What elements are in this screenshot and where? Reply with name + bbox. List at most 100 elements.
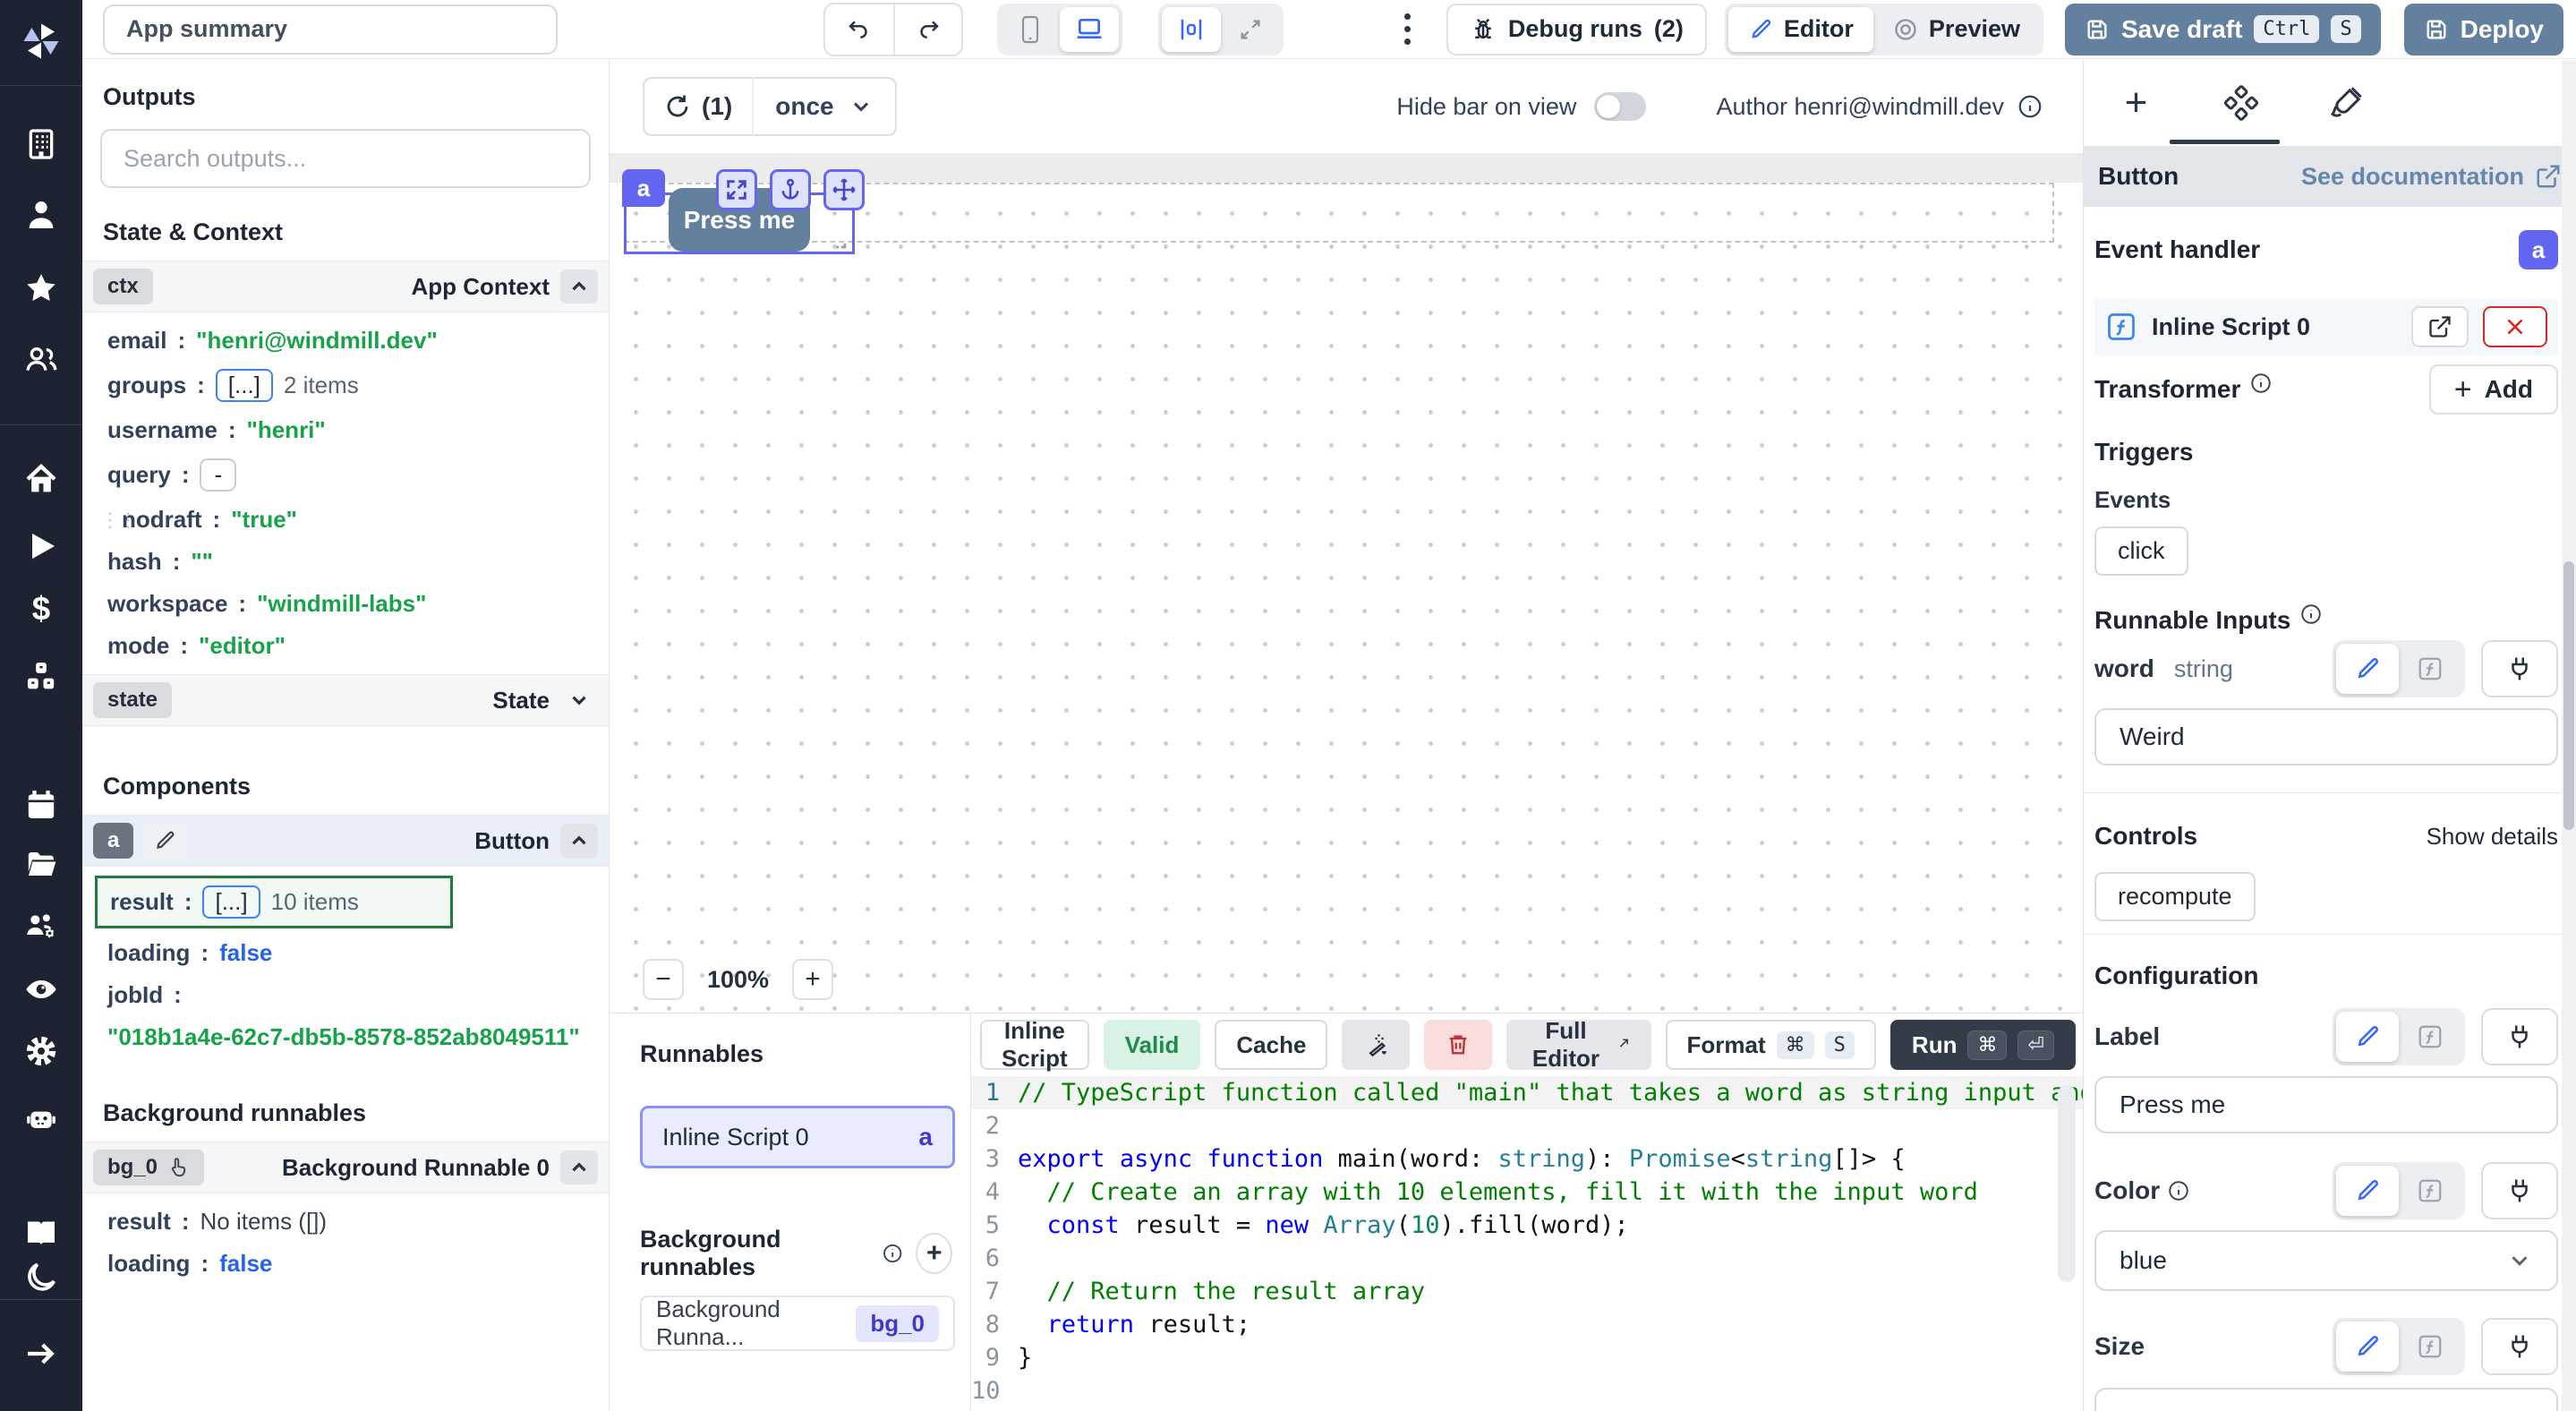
show-details-link[interactable]: Show details	[2427, 823, 2558, 851]
save-draft-button[interactable]: Save draft Ctrl S	[2065, 4, 2381, 56]
component-a-row[interactable]: result:[...]10 items	[95, 876, 453, 928]
ctx-section-header[interactable]: ctx App Context	[82, 261, 609, 312]
runnable-item-bg0[interactable]: Background Runna... bg_0	[640, 1296, 955, 1351]
kv-value-bracket[interactable]: [...]	[216, 369, 273, 402]
panel-scrollbar[interactable]	[2562, 60, 2576, 1411]
ai-assist-button[interactable]	[1342, 1020, 1410, 1070]
static-mode-button[interactable]	[2336, 1012, 2399, 1062]
connect-input-button[interactable]	[2481, 1008, 2558, 1065]
ctx-row[interactable]: query:-	[82, 451, 609, 499]
inline-script-tab[interactable]: Inline Script	[980, 1020, 1089, 1070]
code-line[interactable]: 8 return result;	[971, 1308, 2083, 1341]
arrow-right-icon[interactable]	[21, 1334, 61, 1373]
format-button[interactable]: Format ⌘ S	[1666, 1020, 1876, 1070]
preview-tab[interactable]: Preview	[1873, 7, 2040, 52]
label-value-input[interactable]	[2094, 1076, 2558, 1133]
detach-script-button[interactable]	[2483, 306, 2547, 347]
cache-button[interactable]: Cache	[1215, 1020, 1327, 1070]
ctx-row[interactable]: mode:"editor"	[82, 625, 609, 667]
expr-mode-button[interactable]	[2399, 1012, 2461, 1062]
center-content-button[interactable]	[1162, 7, 1221, 52]
gear-icon[interactable]	[21, 1031, 61, 1071]
expr-mode-button[interactable]	[2399, 644, 2461, 694]
code-line[interactable]: 5 const result = new Array(10).fill(word…	[971, 1209, 2083, 1242]
runnable-item-inline-script-0[interactable]: Inline Script 0 a	[640, 1106, 955, 1168]
ctx-row[interactable]: hash:""	[82, 541, 609, 583]
connect-input-button[interactable]	[2481, 1318, 2558, 1375]
search-outputs-input[interactable]	[100, 129, 591, 188]
canvas-grid[interactable]	[610, 183, 2083, 1013]
add-transformer-button[interactable]: + Add	[2429, 364, 2558, 415]
home-icon[interactable]	[21, 460, 61, 500]
code-line[interactable]: 3export async function main(word: string…	[971, 1142, 2083, 1176]
desktop-view-button[interactable]	[1060, 7, 1119, 52]
ctx-row[interactable]: groups:[...]2 items	[82, 362, 609, 409]
see-documentation-link[interactable]: See documentation	[2301, 163, 2562, 191]
code-line[interactable]: 9}	[971, 1341, 2083, 1374]
building-icon[interactable]	[21, 124, 61, 164]
move-handle[interactable]	[823, 169, 865, 210]
component-a-row[interactable]: jobId:	[82, 974, 609, 1016]
expr-mode-button[interactable]	[2399, 1321, 2461, 1372]
book-icon[interactable]	[21, 1213, 61, 1253]
size-select[interactable]: xs	[2094, 1388, 2558, 1411]
resize-handle-icon[interactable]	[830, 232, 849, 252]
info-icon[interactable]	[882, 1241, 903, 1266]
ctx-row[interactable]: workspace:"windmill-labs"	[82, 583, 609, 625]
info-icon[interactable]	[2249, 372, 2273, 395]
static-mode-button[interactable]	[2336, 1321, 2399, 1372]
users-icon[interactable]	[21, 340, 61, 380]
more-options-button[interactable]	[1392, 4, 1423, 54]
app-summary-input[interactable]	[103, 4, 558, 55]
zoom-out-button[interactable]: −	[643, 959, 684, 1000]
eye-icon[interactable]	[21, 970, 61, 1009]
deploy-button[interactable]: Deploy	[2404, 4, 2563, 56]
component-collapse-button[interactable]	[560, 824, 598, 858]
ctx-row[interactable]: email:"henri@windmill.dev"	[82, 320, 609, 362]
user-icon[interactable]	[21, 195, 61, 235]
cubes-icon[interactable]	[21, 657, 61, 697]
component-settings-tab[interactable]	[2188, 60, 2293, 146]
code-line[interactable]: 10	[971, 1374, 2083, 1407]
mobile-view-button[interactable]	[1001, 7, 1060, 52]
component-a-row[interactable]: "018b1a4e-62c7-db5b-8578-852ab8049511"	[82, 1016, 609, 1058]
state-section-header[interactable]: state State	[82, 674, 609, 726]
ctx-collapse-button[interactable]	[560, 269, 598, 304]
code-line[interactable]: 7 // Return the result array	[971, 1275, 2083, 1308]
star-icon[interactable]	[21, 269, 61, 308]
recompute-button[interactable]: recompute	[2094, 872, 2256, 921]
info-icon[interactable]	[2017, 93, 2043, 120]
folder-icon[interactable]	[21, 844, 61, 884]
dollar-icon[interactable]: $	[21, 591, 61, 630]
code-line[interactable]: 2	[971, 1109, 2083, 1142]
connect-input-button[interactable]	[2481, 640, 2558, 697]
word-value-input[interactable]	[2094, 708, 2558, 765]
bg0-collapse-button[interactable]	[560, 1150, 598, 1184]
hide-bar-toggle[interactable]	[1594, 92, 1646, 121]
expand-handle[interactable]	[716, 169, 757, 210]
open-script-button[interactable]	[2411, 306, 2469, 347]
redo-button[interactable]	[893, 4, 961, 55]
kv-value-bracket[interactable]: [...]	[202, 885, 260, 919]
static-mode-button[interactable]	[2336, 644, 2399, 694]
frequency-select[interactable]: once	[752, 77, 896, 136]
bg0-section-header[interactable]: bg_0 Background Runnable 0	[82, 1142, 609, 1193]
anchor-handle[interactable]	[770, 169, 811, 210]
expr-mode-button[interactable]	[2399, 1166, 2461, 1216]
delete-script-button[interactable]	[1424, 1020, 1492, 1070]
editor-scrollbar[interactable]	[2058, 1085, 2076, 1282]
component-a-row[interactable]: loading:false	[82, 932, 609, 974]
debug-runs-button[interactable]: Debug runs (2)	[1446, 4, 1707, 56]
ctx-row[interactable]: username:"henri"	[82, 409, 609, 451]
style-tab[interactable]	[2293, 60, 2398, 146]
bg0-row[interactable]: loading:false	[82, 1243, 609, 1285]
calendar-icon[interactable]	[21, 785, 61, 825]
run-button[interactable]: Run ⌘ ⏎	[1890, 1020, 2076, 1070]
moon-icon[interactable]	[21, 1258, 61, 1297]
ctx-row[interactable]: ⋮⋮nodraft:"true"	[82, 499, 609, 541]
play-icon[interactable]	[21, 526, 61, 566]
info-icon[interactable]	[2167, 1179, 2190, 1202]
code-line[interactable]: 4 // Create an array with 10 elements, f…	[971, 1176, 2083, 1209]
refresh-button[interactable]: (1)	[643, 77, 752, 136]
bg0-row[interactable]: result:No items ([])	[82, 1201, 609, 1243]
